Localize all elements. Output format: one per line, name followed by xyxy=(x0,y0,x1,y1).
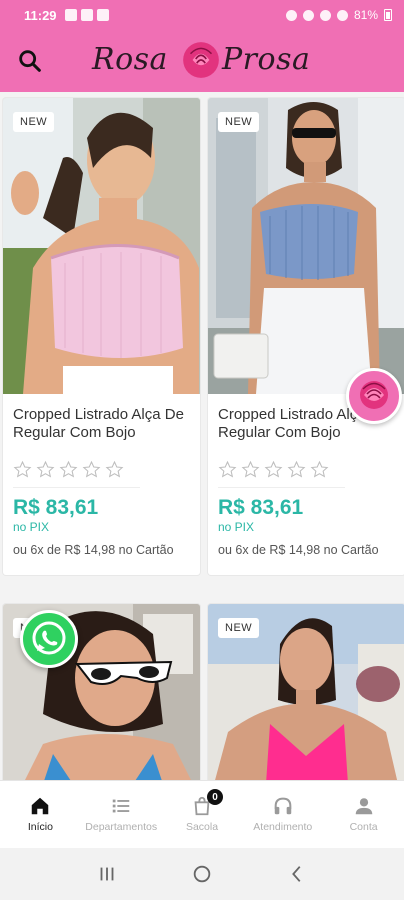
wifi-icon xyxy=(319,9,331,21)
product-price: R$ 83,61 xyxy=(218,496,304,519)
nav-atendimento[interactable]: Atendimento xyxy=(242,781,323,848)
star-icon xyxy=(241,460,260,478)
nav-label: Conta xyxy=(349,821,378,833)
battery-percent: 81% xyxy=(353,8,378,22)
rating-stars xyxy=(3,460,200,479)
search-icon xyxy=(19,50,41,72)
bottom-nav: Início Departamentos 0 Sacola Atendiment… xyxy=(0,780,404,848)
status-bar: 11:29 81% xyxy=(0,0,404,30)
star-icon xyxy=(105,460,124,478)
list-icon xyxy=(112,799,130,813)
product-grid: NEW Cropped Listrado Alça De Regular Com… xyxy=(0,92,404,780)
star-icon xyxy=(310,460,329,478)
new-badge: NEW xyxy=(218,618,260,638)
whatsapp-button[interactable] xyxy=(20,610,78,668)
star-icon xyxy=(218,460,237,478)
mute-icon xyxy=(302,9,314,21)
product-photo[interactable]: NEW xyxy=(208,98,404,394)
user-icon xyxy=(355,798,372,815)
installments-text: ou 6x de R$ 14,98 no Cartão xyxy=(13,543,174,557)
rating-stars xyxy=(208,460,404,479)
recent-apps-icon[interactable] xyxy=(96,863,118,885)
price-note: no PIX xyxy=(218,520,255,534)
brand-floating-button[interactable] xyxy=(346,368,402,424)
star-icon xyxy=(287,460,306,478)
headset-icon xyxy=(274,797,292,815)
nav-label: Início xyxy=(27,821,53,833)
star-icon xyxy=(82,460,101,478)
status-right: 81% xyxy=(285,8,392,22)
alarm-icon xyxy=(285,9,297,21)
product-card[interactable]: NEW Cropped Listrado Alça De Regular Com… xyxy=(208,98,404,575)
star-icon xyxy=(264,460,283,478)
nav-label: Departamentos xyxy=(85,821,158,833)
app-header: Rosa Prosa xyxy=(0,30,404,92)
product-name[interactable]: Cropped Listrado Alça De Regular Com Boj… xyxy=(3,394,200,452)
back-icon[interactable] xyxy=(286,863,308,885)
new-badge: NEW xyxy=(13,112,55,132)
installments-text: ou 6x de R$ 14,98 no Cartão xyxy=(218,543,379,557)
product-price: R$ 83,61 xyxy=(13,496,99,519)
star-icon xyxy=(36,460,55,478)
product-photo-image xyxy=(3,98,200,394)
product-card[interactable]: NEW Cropped Listrado Alça De Regular Com… xyxy=(3,98,200,575)
nav-inicio[interactable]: Início xyxy=(0,781,81,848)
cart-count-badge: 0 xyxy=(206,789,223,805)
status-time: 11:29 xyxy=(24,7,57,23)
nav-sacola[interactable]: 0 Sacola xyxy=(162,781,243,848)
logo-word-prosa: Prosa xyxy=(222,42,311,77)
product-card[interactable]: NEW xyxy=(208,604,404,780)
product-photo-image xyxy=(208,98,404,394)
product-photo[interactable]: NEW xyxy=(208,604,404,780)
brand-logo[interactable]: Rosa Prosa xyxy=(92,38,316,86)
home-circle-icon[interactable] xyxy=(191,863,213,885)
search-button[interactable] xyxy=(16,47,44,75)
price-note: no PIX xyxy=(13,520,50,534)
system-nav-bar xyxy=(0,848,404,900)
nav-label: Atendimento xyxy=(253,821,313,833)
star-icon xyxy=(13,460,32,478)
nav-departamentos[interactable]: Departamentos xyxy=(81,781,162,848)
product-photo[interactable]: NEW xyxy=(3,98,200,394)
battery-icon xyxy=(384,9,392,21)
signal-icon xyxy=(336,9,348,21)
nav-conta[interactable]: Conta xyxy=(323,781,404,848)
home-icon xyxy=(32,797,49,815)
rose-icon xyxy=(360,381,388,409)
new-badge: NEW xyxy=(218,112,260,132)
logo-word-rosa: Rosa xyxy=(92,42,168,77)
nav-label: Sacola xyxy=(185,821,219,833)
star-icon xyxy=(59,460,78,478)
rose-logo-icon xyxy=(183,42,219,78)
whatsapp-icon xyxy=(32,621,66,655)
notification-icons xyxy=(64,9,109,21)
